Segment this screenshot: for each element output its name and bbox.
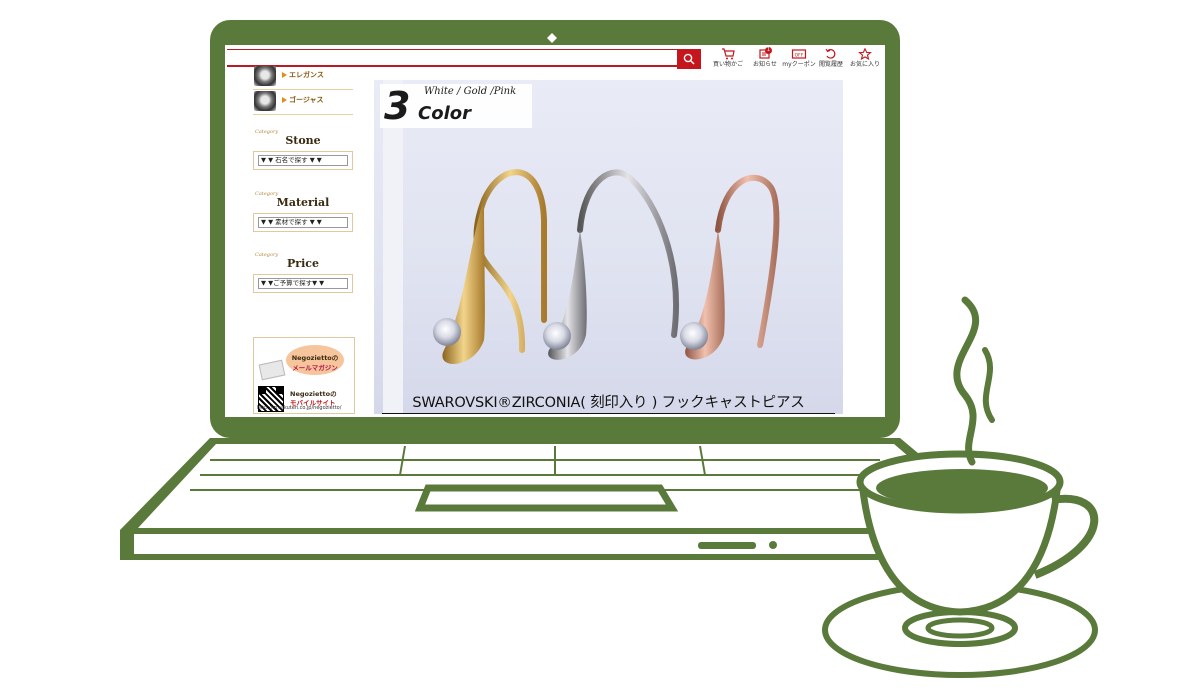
price-select[interactable]: ▼ ▼ご予算で探す▼ ▼ bbox=[258, 278, 348, 289]
cart-link[interactable]: 買い物かご bbox=[708, 48, 748, 72]
notice-badge: 1 bbox=[765, 47, 772, 54]
price-select-frame: ▼ ▼ご予算で探す▼ ▼ bbox=[253, 274, 353, 293]
newsletter-label: メールマガジン bbox=[292, 364, 338, 372]
search-icon bbox=[683, 53, 695, 65]
newsletter-shop-suffix: の bbox=[331, 354, 339, 362]
mobile-site-url[interactable]: http://m.rakuten.co.jp/negozietto/ bbox=[257, 405, 341, 411]
earring-hooks-image bbox=[433, 169, 780, 364]
sidebar: エレガンス ゴージャス Category Stone ▼ ▼ 石名で探す ▼ ▼… bbox=[253, 66, 357, 414]
color-word: Color bbox=[418, 103, 471, 124]
triangle-icon bbox=[282, 72, 287, 78]
search-input[interactable] bbox=[227, 50, 681, 64]
coupon-icon-text: OFF bbox=[795, 52, 804, 58]
dots-ornament bbox=[329, 143, 355, 158]
search-button[interactable] bbox=[677, 49, 701, 69]
stone-select-frame: ▼ ▼ 石名で探す ▼ ▼ bbox=[253, 151, 353, 170]
sidebar-item-label: ゴージャス bbox=[289, 96, 324, 104]
newsletter-banner[interactable]: Negoziettoの メールマガジン bbox=[286, 345, 344, 375]
product-banner[interactable]: 3 Color White / Gold /Pink SWAROVSKI®ZIR… bbox=[374, 80, 843, 414]
star-icon bbox=[858, 48, 872, 60]
history-icon bbox=[825, 48, 836, 59]
coupon-icon: OFF bbox=[791, 49, 807, 59]
history-label: 閲覧履歴 bbox=[818, 61, 843, 68]
notice-label: お知らせ bbox=[753, 61, 777, 68]
dots-ornament bbox=[329, 205, 355, 220]
product-caption: SWAROVSKI®ZIRCONIA( 刻印入り ) フックキャストピアス bbox=[382, 391, 835, 414]
newsletter-box: Negoziettoの メールマガジン Negoziettoの モバイルサイト … bbox=[253, 337, 355, 414]
favorites-label: お気に入り bbox=[849, 61, 880, 68]
cart-label: 買い物かご bbox=[712, 61, 743, 68]
stone-select[interactable]: ▼ ▼ 石名で探す ▼ ▼ bbox=[258, 155, 348, 166]
newsletter-shop-name: Negozietto bbox=[291, 354, 332, 362]
material-select[interactable]: ▼ ▼ 素材で探す ▼ ▼ bbox=[258, 217, 348, 228]
dots-ornament bbox=[329, 266, 355, 281]
sidebar-item-elegance[interactable]: エレガンス bbox=[253, 63, 353, 90]
elegance-thumbnail bbox=[254, 66, 276, 86]
favorites-link[interactable]: お気に入り bbox=[845, 48, 883, 72]
browser-screen: 買い物かご 1 お知らせ OFF myクーポン 閲覧履歴 お気に入り エレガンス… bbox=[227, 47, 883, 414]
triangle-icon bbox=[282, 97, 287, 103]
color-count-box: 3 Color White / Gold /Pink bbox=[380, 84, 532, 128]
material-select-frame: ▼ ▼ 素材で探す ▼ ▼ bbox=[253, 213, 353, 232]
sidebar-item-label: エレガンス bbox=[289, 71, 324, 79]
color-count: 3 bbox=[384, 84, 411, 128]
color-variants: White / Gold /Pink bbox=[424, 86, 517, 97]
sidebar-item-gorgeous[interactable]: ゴージャス bbox=[253, 88, 353, 115]
envelope-icon bbox=[258, 359, 286, 381]
gorgeous-thumbnail bbox=[254, 91, 276, 111]
cart-icon bbox=[722, 48, 735, 60]
